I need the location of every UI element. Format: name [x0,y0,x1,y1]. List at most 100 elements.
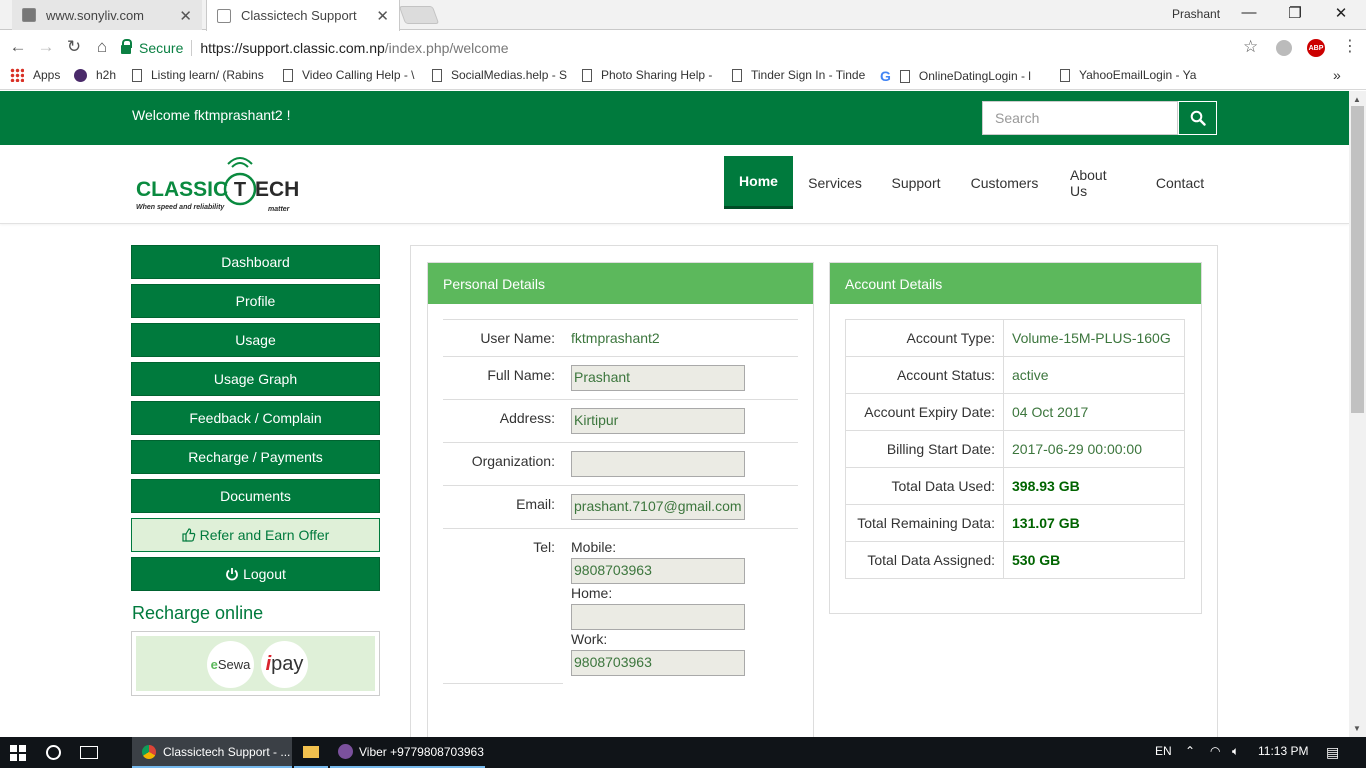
account-row-label: Total Data Assigned: [845,541,1004,579]
sidebar-feedback[interactable]: Feedback / Complain [131,401,380,435]
browser-tab-sonyliv[interactable]: www.sonyliv.com ✕ [12,0,202,30]
address-bar[interactable]: Secure https://support.classic.com.np /i… [121,35,1268,60]
adblock-icon[interactable]: ABP [1307,39,1325,57]
bookmark-socialmedias[interactable]: SocialMedias.help - S [432,68,568,82]
bookmark-label: Photo Sharing Help - [601,68,713,82]
sidebar-dashboard[interactable]: Dashboard [131,245,380,279]
minimize-icon[interactable]: — [1234,4,1264,21]
account-row-label: Account Type: [845,319,1004,357]
username-label: User Name: [480,330,555,346]
close-window-icon[interactable]: ✕ [1326,4,1356,22]
sidebar-usage-graph[interactable]: Usage Graph [131,362,380,396]
chrome-icon [142,744,156,759]
bookmark-tinder[interactable]: Tinder Sign In - Tinde [732,68,868,82]
nav-about-us[interactable]: About Us [1055,156,1139,209]
close-tab-icon[interactable]: ✕ [376,7,389,25]
nav-home[interactable]: Home [724,156,793,209]
sidebar-logout[interactable]: Logout [131,557,380,591]
h2h-icon [74,68,87,82]
fullname-field[interactable]: Prashant [571,365,745,391]
taskbar-viber[interactable]: Viber +9779808703963 [330,737,485,768]
home-icon[interactable]: ⌂ [92,37,112,57]
divider [443,683,563,684]
restore-icon[interactable]: ❐ [1280,4,1310,22]
bookmark-yahoo[interactable]: YahooEmailLogin - Ya [1060,68,1198,82]
url-host: https://support.classic.com.np [200,39,385,56]
close-tab-icon[interactable]: ✕ [179,7,192,25]
clock[interactable]: 11:13 PM [1258,744,1308,758]
menu-icon[interactable]: ⋮ [1342,36,1358,56]
volume-icon[interactable]: 🔈︎ [1232,744,1239,759]
sidebar-profile[interactable]: Profile [131,284,380,318]
browser-tab-classictech[interactable]: Classictech Support ✕ [206,0,400,31]
account-row-value: 530 GB [1003,541,1185,579]
bookmark-label: Apps [33,68,61,82]
sidebar-usage[interactable]: Usage [131,323,380,357]
language-indicator[interactable]: EN [1155,744,1172,758]
forward-icon[interactable]: → [36,37,56,57]
search-button[interactable] [1178,101,1217,135]
nav-customers[interactable]: Customers [957,156,1052,209]
sidebar-refer-earn[interactable]: Refer and Earn Offer [131,518,380,552]
ipay-label: pay [271,653,304,675]
bookmark-star-icon[interactable]: ☆ [1243,37,1258,57]
logo-classic: CLASSIC [136,178,228,201]
page-icon [732,68,742,82]
bookmark-online-dating[interactable]: G OnlineDatingLogin - l [880,68,1048,84]
logo-tagline-right: matter [268,206,291,213]
esewa-logo-text: eSewa [210,657,251,672]
bookmark-apps[interactable]: Apps [10,68,60,82]
account-row: Account Expiry Date: 04 Oct 2017 [845,393,1185,431]
work-phone-field[interactable]: 9808703963 [571,650,745,676]
profile-name[interactable]: Prashant [1172,7,1220,21]
esewa-logo[interactable]: eSewa [207,641,254,688]
row-address: Address: Kirtipur [443,399,798,442]
mobile-field[interactable]: 9808703963 [571,558,745,584]
reload-icon[interactable]: ↻ [64,37,84,57]
address-field[interactable]: Kirtipur [571,408,745,434]
task-view-frame [80,746,98,759]
sidebar-documents[interactable]: Documents [131,479,380,513]
bookmark-label: YahooEmailLogin - Ya [1079,68,1197,82]
taskbar-chrome[interactable]: Classictech Support - ... [132,737,292,768]
taskbar-app-label: Classictech Support - ... [163,744,291,759]
notifications-icon[interactable]: ▤ [1326,744,1339,761]
work-label: Work: [571,631,608,647]
search-input[interactable] [982,101,1178,135]
extension-icon[interactable] [1276,40,1292,56]
scroll-down-icon[interactable]: ▼ [1353,724,1361,733]
account-row: Billing Start Date: 2017-06-29 00:00:00 [845,430,1185,468]
email-field[interactable]: prashant.7107@gmail.com [571,494,745,520]
bookmark-photo-sharing[interactable]: Photo Sharing Help - [582,68,718,82]
chevron-up-icon[interactable]: ⌃ [1185,744,1195,758]
back-icon[interactable]: ← [8,37,28,57]
task-view-icon[interactable] [80,737,98,768]
bookmark-label: h2h [96,68,117,82]
cortana-circle [46,745,61,760]
bookmark-video-calling[interactable]: Video Calling Help - \ [283,68,419,82]
account-row-value: 398.93 GB [1003,467,1185,505]
new-tab-button[interactable] [398,6,440,24]
nav-contact[interactable]: Contact [1142,156,1218,209]
taskbar-file-explorer[interactable] [294,737,328,768]
cortana-icon[interactable] [46,737,61,768]
home-phone-field[interactable] [571,604,745,630]
scroll-thumb[interactable] [1351,106,1364,413]
account-row-value: 131.07 GB [1003,504,1185,542]
bookmark-listing-learn[interactable]: Listing learn/ (Rabins [132,68,270,82]
scroll-up-icon[interactable]: ▲ [1353,95,1361,104]
classictech-logo[interactable]: T CLASSIC ECH When speed and reliability… [136,155,306,215]
nav-services[interactable]: Services [795,156,875,209]
account-details-title: Account Details [830,263,1201,304]
more-bookmarks-icon[interactable]: » [1333,67,1341,83]
wifi-icon[interactable]: ◠ [1210,744,1220,758]
bookmark-h2h[interactable]: h2h [74,68,116,82]
nav-support[interactable]: Support [878,156,954,209]
page-scrollbar[interactable]: ▲ ▼ [1349,91,1366,737]
ipay-logo[interactable]: ipay [261,641,308,688]
windows-start-icon[interactable] [10,737,26,768]
tab-title: www.sonyliv.com [46,7,145,23]
sidebar-recharge-payments[interactable]: Recharge / Payments [131,440,380,474]
account-details-table: Account Type: Volume-15M-PLUS-160G Account… [845,319,1185,579]
organization-field[interactable] [571,451,745,477]
